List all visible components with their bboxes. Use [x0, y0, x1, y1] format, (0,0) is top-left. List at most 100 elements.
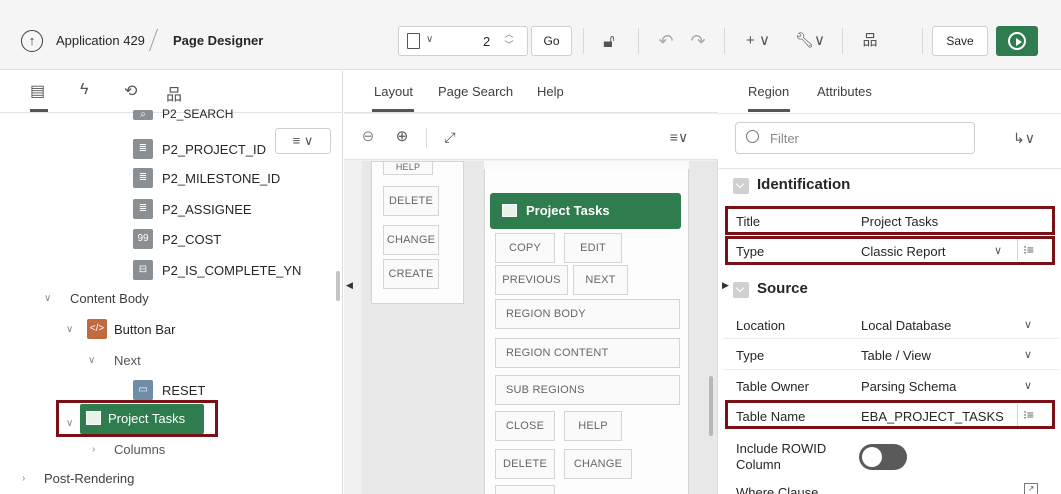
zoom-in-icon[interactable]: ⊕: [390, 122, 414, 152]
prop-table-owner-value[interactable]: Parsing Schema: [861, 379, 956, 394]
position-help[interactable]: HELP: [383, 161, 433, 175]
active-tab-indicator: [748, 109, 790, 112]
page-number-input[interactable]: 2: [483, 34, 490, 49]
layout-toolbar: ⊖ ⊕ ⤢ ≡∨: [344, 114, 718, 160]
chevron-right-icon[interactable]: ›: [92, 444, 95, 455]
processing-tab-icon[interactable]: ⟲: [124, 81, 137, 101]
tree-item-post-rendering[interactable]: Post-Rendering: [44, 471, 134, 486]
lock-icon[interactable]: 🔓︎: [592, 26, 626, 56]
collapse-left-arrow-icon[interactable]: ◀: [346, 280, 353, 291]
shared-components-icon[interactable]: 品: [852, 26, 888, 56]
tab-page-search[interactable]: Page Search: [438, 84, 513, 99]
classic-report-icon: [502, 204, 517, 217]
run-page-button[interactable]: [996, 26, 1038, 56]
prop-include-rowid-label: Include ROWID Column: [736, 441, 827, 472]
chevron-down-icon[interactable]: ∨: [426, 34, 433, 45]
go-button[interactable]: Go: [531, 26, 572, 56]
undo-icon[interactable]: ↶: [652, 26, 680, 56]
position-delete[interactable]: DELETE: [383, 186, 439, 216]
static-content-icon: </>: [87, 319, 107, 339]
position-sub-regions[interactable]: SUB REGIONS: [495, 375, 680, 405]
toolbar-divider: [638, 28, 639, 54]
tree-item-p2-project-id[interactable]: P2_PROJECT_ID: [162, 142, 266, 157]
tree-item-p2-cost[interactable]: P2_COST: [162, 232, 221, 247]
redo-icon[interactable]: ↷: [684, 26, 712, 56]
tree-item-p2-is-complete-yn[interactable]: P2_IS_COMPLETE_YN: [162, 263, 301, 278]
dynamic-actions-tab-icon[interactable]: ϟ: [80, 81, 88, 99]
breadcrumb-application[interactable]: Application 429: [56, 33, 145, 48]
tree-menu-button[interactable]: ≡ ∨: [275, 128, 331, 154]
region-project-tasks[interactable]: Project Tasks: [490, 193, 681, 229]
position-region-content[interactable]: REGION CONTENT: [495, 338, 680, 368]
shared-components-tab-icon[interactable]: 品: [166, 81, 182, 105]
chevron-right-icon[interactable]: ›: [22, 473, 25, 484]
tab-region[interactable]: Region: [748, 84, 789, 99]
chevron-down-icon[interactable]: ∨: [88, 355, 95, 366]
toolbar-divider: [426, 128, 427, 148]
include-rowid-toggle[interactable]: [859, 444, 907, 470]
tree-item-columns[interactable]: Columns: [114, 442, 165, 457]
filter-input[interactable]: Filter: [735, 122, 975, 154]
position-delete[interactable]: DELETE: [495, 449, 555, 479]
left-scrollbar[interactable]: [336, 271, 340, 301]
divider: [719, 113, 1061, 114]
chevron-down-icon[interactable]: ∨: [66, 324, 73, 335]
tree-item-button-bar[interactable]: Button Bar: [114, 322, 175, 337]
tree-item-p2-milestone-id[interactable]: P2_MILESTONE_ID: [162, 171, 280, 186]
position-next[interactable]: NEXT: [573, 265, 628, 295]
tree-item-reset[interactable]: RESET: [162, 383, 205, 398]
tree-item-content-body[interactable]: Content Body: [70, 291, 149, 306]
position-create[interactable]: CREATE: [383, 259, 439, 289]
page-icon[interactable]: [407, 33, 420, 49]
position-help[interactable]: HELP: [564, 411, 622, 441]
position-previous[interactable]: PREVIOUS: [495, 265, 568, 295]
up-arrow-icon[interactable]: ↑: [21, 30, 43, 52]
middle-scrollbar[interactable]: [709, 376, 713, 436]
chevron-down-icon[interactable]: ∨: [44, 293, 51, 304]
rendering-tab-icon[interactable]: ▤: [30, 81, 45, 101]
save-button[interactable]: Save: [932, 26, 988, 56]
tree-item-p2-assignee[interactable]: P2_ASSIGNEE: [162, 202, 252, 217]
tab-help[interactable]: Help: [537, 84, 564, 99]
tab-layout[interactable]: Layout: [374, 84, 413, 99]
layout-menu-icon[interactable]: ≡∨: [664, 122, 694, 152]
position-edit[interactable]: EDIT: [564, 233, 622, 263]
tab-attributes[interactable]: Attributes: [817, 84, 872, 99]
position-copy[interactable]: COPY: [495, 233, 555, 263]
create-menu-icon[interactable]: + ∨: [736, 26, 780, 56]
play-icon: [1008, 32, 1026, 50]
position-change[interactable]: CHANGE: [564, 449, 632, 479]
collapse-right-arrow-icon[interactable]: ▶: [722, 280, 729, 291]
highlight-type: [725, 236, 1055, 265]
toolbar-divider: [922, 28, 923, 54]
region-top-strip: [484, 161, 689, 169]
highlight-table-name: [725, 400, 1055, 429]
tree-item-p2-search[interactable]: P2_SEARCH: [162, 107, 233, 121]
zoom-out-icon[interactable]: ⊖: [356, 122, 380, 152]
number-field-icon: 99: [133, 229, 153, 249]
page-selector[interactable]: ∨ 2 ︿ ﹀: [398, 26, 528, 56]
expand-icon[interactable]: ⤢: [438, 122, 462, 152]
position-region-body[interactable]: REGION BODY: [495, 299, 680, 329]
tree-item-next[interactable]: Next: [114, 353, 141, 368]
chevron-down-icon: [733, 282, 749, 298]
active-tab-indicator: [372, 109, 414, 112]
go-to-group-icon[interactable]: ↳∨: [1004, 123, 1044, 153]
prop-table-owner-label: Table Owner: [736, 379, 809, 394]
page-title: Page Designer: [173, 33, 264, 48]
position-close[interactable]: CLOSE: [495, 411, 555, 441]
prop-source-type-value[interactable]: Table / View: [861, 348, 931, 363]
divider: [723, 369, 1059, 370]
property-editor-panel: Region Attributes Filter ↳∨ Identificati…: [719, 71, 1061, 494]
position-change[interactable]: CHANGE: [383, 225, 439, 255]
open-editor-icon[interactable]: ↗: [1024, 483, 1038, 494]
button-icon: ▭: [133, 380, 153, 400]
chevron-down-icon[interactable]: ∨: [1024, 379, 1032, 392]
utilities-wrench-icon[interactable]: 🔧︎∨: [786, 26, 834, 56]
chevron-down-icon[interactable]: ∨: [1024, 318, 1032, 331]
prop-location-value[interactable]: Local Database: [861, 318, 951, 333]
page-number-spinner[interactable]: ︿ ﹀: [502, 29, 516, 53]
divider: [723, 338, 1059, 339]
prop-location-label: Location: [736, 318, 786, 333]
chevron-down-icon[interactable]: ∨: [1024, 348, 1032, 361]
